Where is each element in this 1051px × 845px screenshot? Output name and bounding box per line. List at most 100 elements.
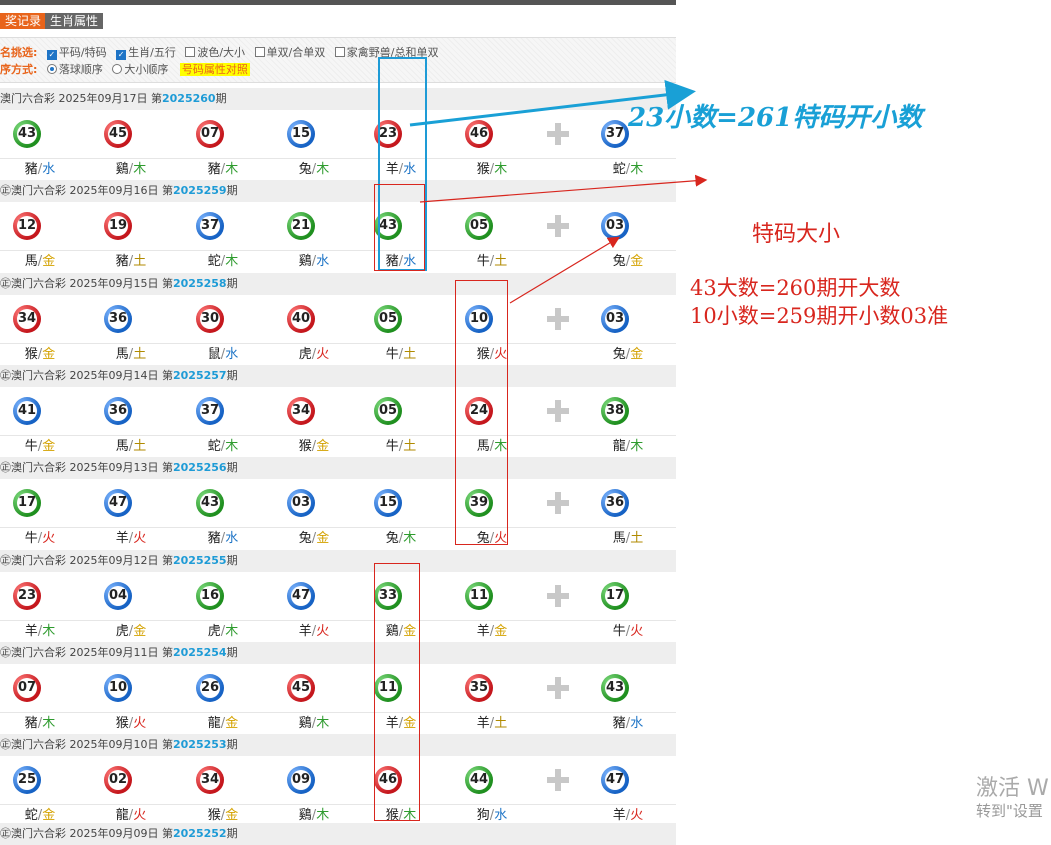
ball-number: 37 <box>200 216 220 236</box>
ball-number: 21 <box>291 216 311 236</box>
zodiac-animal: 龍 <box>612 439 626 454</box>
ball-number: 46 <box>469 124 489 144</box>
zodiac-animal: 鷄 <box>298 808 312 823</box>
zodiac-element: 木 <box>133 162 147 177</box>
number-attribute-link[interactable]: 号码属性对照 <box>179 63 250 76</box>
number-ball: 16 <box>196 582 224 610</box>
zodiac-animal: 豬 <box>207 162 221 177</box>
ball-number: 23 <box>17 586 37 606</box>
zodiac-animal: 虎 <box>298 347 312 362</box>
checkbox-icon[interactable] <box>254 47 265 57</box>
number-ball: 37 <box>196 212 224 240</box>
zodiac-animal: 蛇 <box>207 439 221 454</box>
zodiac-cell: 蛇/木 <box>193 251 253 273</box>
ball-number: 45 <box>291 678 311 698</box>
zodiac-animal: 虎 <box>115 624 129 639</box>
zodiac-animal: 牛 <box>385 347 399 362</box>
tab-zodiac-attributes[interactable]: 生肖属性 <box>45 13 104 29</box>
checkbox-icon[interactable]: ✓ <box>116 50 127 60</box>
number-ball: 05 <box>465 212 493 240</box>
zodiac-cell: 羊/土 <box>462 713 522 735</box>
zodiac-element: 土 <box>630 531 644 546</box>
draw-header: ㊣澳门六合彩 2025年09月09日 第2025252期 <box>0 823 676 845</box>
zodiac-cell: 牛/火 <box>10 528 70 550</box>
zodiac-element: 土 <box>133 254 147 269</box>
zodiac-animal: 豬 <box>115 254 129 269</box>
zodiac-cell: 羊/火 <box>284 621 344 643</box>
zodiac-row: 馬/金 豬/土 蛇/木 鷄/水 豬/水 牛/土 兔/金 <box>0 250 676 273</box>
zodiac-animal: 猴 <box>115 716 129 731</box>
draw-period-suffix: 期 <box>226 554 238 567</box>
red-highlight-box <box>374 184 425 271</box>
zodiac-element: 火 <box>133 716 147 731</box>
zodiac-element: 水 <box>225 347 239 362</box>
checkbox-icon[interactable]: ✓ <box>46 50 57 60</box>
zodiac-element: 金 <box>42 439 56 454</box>
ball-number: 05 <box>378 309 398 329</box>
draw-period-suffix: 期 <box>226 369 238 382</box>
checkbox-icon[interactable] <box>185 47 196 57</box>
number-ball: 44 <box>465 766 493 794</box>
zodiac-element: 木 <box>42 624 56 639</box>
zodiac-cell: 鷄/木 <box>284 713 344 735</box>
zodiac-cell: 豬/水 <box>598 713 658 735</box>
number-ball: 30 <box>196 305 224 333</box>
radio-icon[interactable] <box>112 64 123 74</box>
special-number-ball: 47 <box>601 766 629 794</box>
option-normal-special[interactable]: ✓ 平码/特码 <box>41 46 107 60</box>
zodiac-animal: 羊 <box>298 624 312 639</box>
zodiac-animal: 馬 <box>612 531 626 546</box>
display-options-row: 名挑选: ✓ 平码/特码 ✓ 生肖/五行 波色/大小 单双/合单双 家禽野兽/总和单… <box>0 45 439 61</box>
zodiac-cell: 猴/金 <box>10 344 70 366</box>
zodiac-cell: 兔/金 <box>598 251 658 273</box>
watermark-line1: 激活 W <box>976 776 1049 801</box>
number-ball: 43 <box>13 120 41 148</box>
zodiac-cell: 兔/木 <box>371 528 431 550</box>
draw-period-suffix: 期 <box>226 277 238 290</box>
ball-number: 17 <box>605 586 625 606</box>
radio-icon[interactable] <box>46 64 57 74</box>
ball-number: 43 <box>200 493 220 513</box>
tab-draw-records[interactable]: 奖记录 <box>0 13 47 29</box>
number-ball: 03 <box>287 489 315 517</box>
zodiac-element: 金 <box>42 254 56 269</box>
ball-number: 41 <box>17 401 37 421</box>
option-odd-even[interactable]: 单双/合单双 <box>249 46 325 59</box>
zodiac-element: 金 <box>225 716 239 731</box>
sort-size-order[interactable]: 大小顺序 <box>106 63 168 76</box>
zodiac-cell: 虎/木 <box>193 621 253 643</box>
ball-row: 34 36 30 40 05 10 03 <box>0 295 676 343</box>
plus-icon <box>547 308 569 330</box>
zodiac-element: 火 <box>630 808 644 823</box>
ball-number: 34 <box>291 401 311 421</box>
zodiac-cell: 猴/金 <box>284 436 344 458</box>
draw-period: 2025258 <box>172 277 227 290</box>
zodiac-cell: 馬/土 <box>101 436 161 458</box>
draw-header: ㊣澳门六合彩 2025年09月15日 第2025258期 <box>0 273 676 295</box>
zodiac-cell: 龍/木 <box>598 436 658 458</box>
draw-title: ㊣澳门六合彩 2025年09月15日 第 <box>0 277 173 290</box>
sort-draw-order[interactable]: 落球顺序 <box>41 63 103 76</box>
zodiac-element: 木 <box>225 162 239 177</box>
zodiac-animal: 猴 <box>476 162 490 177</box>
special-number-ball: 36 <box>601 489 629 517</box>
option-zodiac-element[interactable]: ✓ 生肖/五行 <box>110 46 176 60</box>
zodiac-animal: 猴 <box>298 439 312 454</box>
plus-icon <box>547 492 569 514</box>
number-ball: 47 <box>287 582 315 610</box>
zodiac-animal: 蛇 <box>24 808 38 823</box>
number-ball: 25 <box>13 766 41 794</box>
zodiac-animal: 豬 <box>612 716 626 731</box>
zodiac-animal: 羊 <box>476 716 490 731</box>
zodiac-row: 猴/金 馬/土 鼠/水 虎/火 牛/土 猴/火 兔/金 <box>0 343 676 366</box>
zodiac-cell: 豬/土 <box>101 251 161 273</box>
option-color-size[interactable]: 波色/大小 <box>179 46 245 59</box>
ball-number: 05 <box>469 216 489 236</box>
zodiac-element: 金 <box>42 347 56 362</box>
draw-period-suffix: 期 <box>226 461 238 474</box>
zodiac-animal: 羊 <box>24 624 38 639</box>
zodiac-cell: 豬/木 <box>10 713 70 735</box>
checkbox-icon[interactable] <box>334 47 345 57</box>
ball-number: 15 <box>378 493 398 513</box>
ball-number: 36 <box>605 493 625 513</box>
